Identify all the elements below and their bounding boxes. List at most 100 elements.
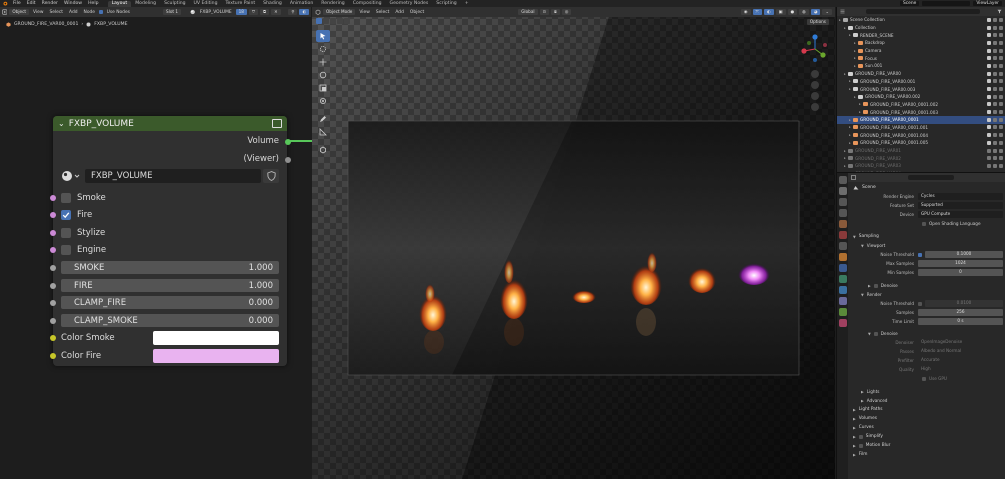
render-subpanel-header[interactable]: ▼ Render bbox=[848, 290, 1005, 299]
r-time-limit-field[interactable]: 0 s bbox=[918, 318, 1003, 325]
exclude-checkbox-icon[interactable] bbox=[987, 33, 991, 38]
eye-icon[interactable] bbox=[993, 33, 997, 38]
eye-icon[interactable] bbox=[993, 125, 997, 130]
shader-type-dropdown[interactable]: Object bbox=[9, 9, 30, 15]
sampling-panel-header[interactable]: ▼ Sampling bbox=[848, 232, 1005, 241]
simplify-checkbox[interactable] bbox=[858, 434, 863, 439]
stylize-checkbox-row[interactable]: Stylize bbox=[61, 226, 105, 240]
eye-icon[interactable] bbox=[993, 48, 997, 53]
camera-render-icon[interactable] bbox=[999, 71, 1003, 76]
camera-render-icon[interactable] bbox=[999, 156, 1003, 161]
smoke-checkbox-row[interactable]: Smoke bbox=[61, 191, 106, 205]
view-layer-selector[interactable]: ViewLayer bbox=[973, 1, 1002, 6]
workspace-tab-compositing[interactable]: Compositing bbox=[349, 1, 386, 7]
prefilter-dropdown[interactable]: Accurate bbox=[918, 357, 1003, 364]
feature-set-dropdown[interactable]: Supported bbox=[918, 202, 1003, 209]
smoke-checkbox[interactable] bbox=[61, 193, 71, 203]
unlink-material-button[interactable]: ✕ bbox=[271, 9, 281, 15]
menu-select[interactable]: Select bbox=[47, 10, 65, 15]
vp-menu-view[interactable]: View bbox=[357, 10, 371, 15]
pan-hand-icon[interactable] bbox=[811, 81, 819, 89]
add-cube-tool[interactable] bbox=[316, 144, 330, 156]
select-box-tool[interactable] bbox=[316, 30, 330, 42]
eye-icon[interactable] bbox=[993, 79, 997, 84]
exclude-checkbox-icon[interactable] bbox=[987, 25, 991, 30]
engine-input-socket[interactable] bbox=[50, 247, 56, 253]
vp-menu-object[interactable]: Object bbox=[408, 10, 426, 15]
render-tab-icon[interactable] bbox=[839, 187, 847, 195]
node-editor[interactable]: Object View Select Add Node Use Nodes Sl… bbox=[0, 7, 312, 479]
r-noise-threshold-field[interactable]: 0.0100 bbox=[925, 300, 1003, 307]
zoom-icon[interactable] bbox=[811, 70, 819, 78]
exclude-checkbox-icon[interactable] bbox=[987, 94, 991, 99]
viewport-subpanel-header[interactable]: ▼ Viewport bbox=[848, 241, 1005, 250]
eye-icon[interactable] bbox=[993, 87, 997, 92]
clamp-smoke-socket[interactable] bbox=[50, 318, 56, 324]
node-group-icon[interactable] bbox=[272, 119, 282, 128]
film-panel-header[interactable]: ▶ Film bbox=[848, 450, 1005, 459]
outliner-item[interactable]: ▸ GROUND_FIRE_VAR00 bbox=[837, 70, 1005, 78]
gizmo-button[interactable]: ⤧ bbox=[752, 9, 762, 15]
fxbp-volume-group-node[interactable]: ⌄ FXBP_VOLUME Volume (Viewer) FXBP_VOLUM… bbox=[50, 116, 291, 366]
cursor-tool[interactable] bbox=[316, 43, 330, 55]
outliner-item[interactable]: ▸ GROUND_FIRE_VAR00.001 bbox=[837, 78, 1005, 86]
outliner-item[interactable]: ▸ GROUND_FIRE_VAR00.002 bbox=[837, 93, 1005, 101]
advanced-subpanel-header[interactable]: ▶ Advanced bbox=[848, 396, 1005, 405]
camera-render-icon[interactable] bbox=[999, 140, 1003, 145]
curves-panel-header[interactable]: ▶ Curves bbox=[848, 423, 1005, 432]
scene-tab-icon[interactable] bbox=[839, 220, 847, 228]
eye-icon[interactable] bbox=[993, 148, 997, 153]
outliner-item[interactable]: ▸ GROUND_FIRE_VAR03 bbox=[837, 162, 1005, 170]
scene-search[interactable] bbox=[922, 1, 971, 6]
workspace-tab-geometry-nodes[interactable]: Geometry Nodes bbox=[386, 1, 433, 7]
exclude-checkbox-icon[interactable] bbox=[987, 63, 991, 68]
use-nodes-checkbox[interactable] bbox=[99, 10, 103, 14]
workspace-tab-texture-paint[interactable]: Texture Paint bbox=[222, 1, 260, 7]
r-denoise-checkbox[interactable] bbox=[873, 331, 878, 336]
fire-checkbox[interactable] bbox=[61, 210, 71, 220]
user-count[interactable]: 18 bbox=[235, 9, 247, 15]
rotate-tool[interactable] bbox=[316, 69, 330, 81]
camera-render-icon[interactable] bbox=[999, 79, 1003, 84]
exclude-checkbox-icon[interactable] bbox=[987, 48, 991, 53]
select-new-button[interactable] bbox=[316, 18, 322, 24]
camera-render-icon[interactable] bbox=[999, 48, 1003, 53]
constraints-tab-icon[interactable] bbox=[839, 297, 847, 305]
shading-material-button[interactable]: ◍ bbox=[799, 9, 809, 15]
menu-render[interactable]: Render bbox=[39, 1, 61, 6]
fire-input-socket[interactable] bbox=[50, 212, 56, 218]
outliner-editor-icon[interactable] bbox=[840, 9, 845, 14]
new-material-button[interactable]: ⧉ bbox=[260, 9, 270, 15]
overlay-button[interactable]: ◐ bbox=[299, 9, 309, 15]
node-tree-icon[interactable] bbox=[61, 169, 81, 183]
eye-icon[interactable] bbox=[993, 156, 997, 161]
transform-orientation-dropdown[interactable]: Global bbox=[518, 9, 538, 15]
passes-dropdown[interactable]: Albedo and Normal bbox=[918, 348, 1003, 355]
blender-logo-icon[interactable] bbox=[2, 1, 8, 6]
vp-menu-add[interactable]: Add bbox=[393, 10, 406, 15]
color-fire-swatch[interactable] bbox=[153, 349, 279, 363]
output-tab-icon[interactable] bbox=[839, 198, 847, 206]
exclude-checkbox-icon[interactable] bbox=[987, 156, 991, 161]
outliner-item[interactable]: ▸ Focus bbox=[837, 54, 1005, 62]
workspace-tab-sculpting[interactable]: Sculpting bbox=[160, 1, 189, 7]
workspace-tab-layout[interactable]: Layout bbox=[107, 0, 132, 7]
eye-icon[interactable] bbox=[993, 163, 997, 168]
collapse-chevron-icon[interactable]: ⌄ bbox=[58, 119, 65, 128]
shading-solid-button[interactable]: ● bbox=[787, 9, 798, 15]
outliner-item[interactable]: ▸ Collection bbox=[837, 24, 1005, 32]
outliner-item[interactable]: ▸ RENDER_SCENE bbox=[837, 31, 1005, 39]
camera-render-icon[interactable] bbox=[999, 117, 1003, 122]
clamp-fire-slider[interactable]: CLAMP_FIRE 0.000 bbox=[61, 296, 279, 309]
camera-render-icon[interactable] bbox=[999, 133, 1003, 138]
osl-row[interactable]: Open Shading Language bbox=[848, 219, 1005, 228]
pin-button[interactable]: ⚲ bbox=[288, 9, 298, 15]
exclude-checkbox-icon[interactable] bbox=[987, 40, 991, 45]
use-gpu-row[interactable]: Use GPU bbox=[848, 374, 1005, 383]
outliner-item[interactable]: ▸ GROUND_FIRE_VAR00_0001.005 bbox=[837, 139, 1005, 147]
properties-editor[interactable]: Scene Render Engine Cycles Feature Set S… bbox=[836, 172, 1005, 479]
camera-render-icon[interactable] bbox=[999, 87, 1003, 92]
physics-tab-icon[interactable] bbox=[839, 286, 847, 294]
workspace-tab-scripting[interactable]: Scripting bbox=[432, 1, 460, 7]
outliner-item[interactable]: ▸ Sun.001 bbox=[837, 62, 1005, 70]
